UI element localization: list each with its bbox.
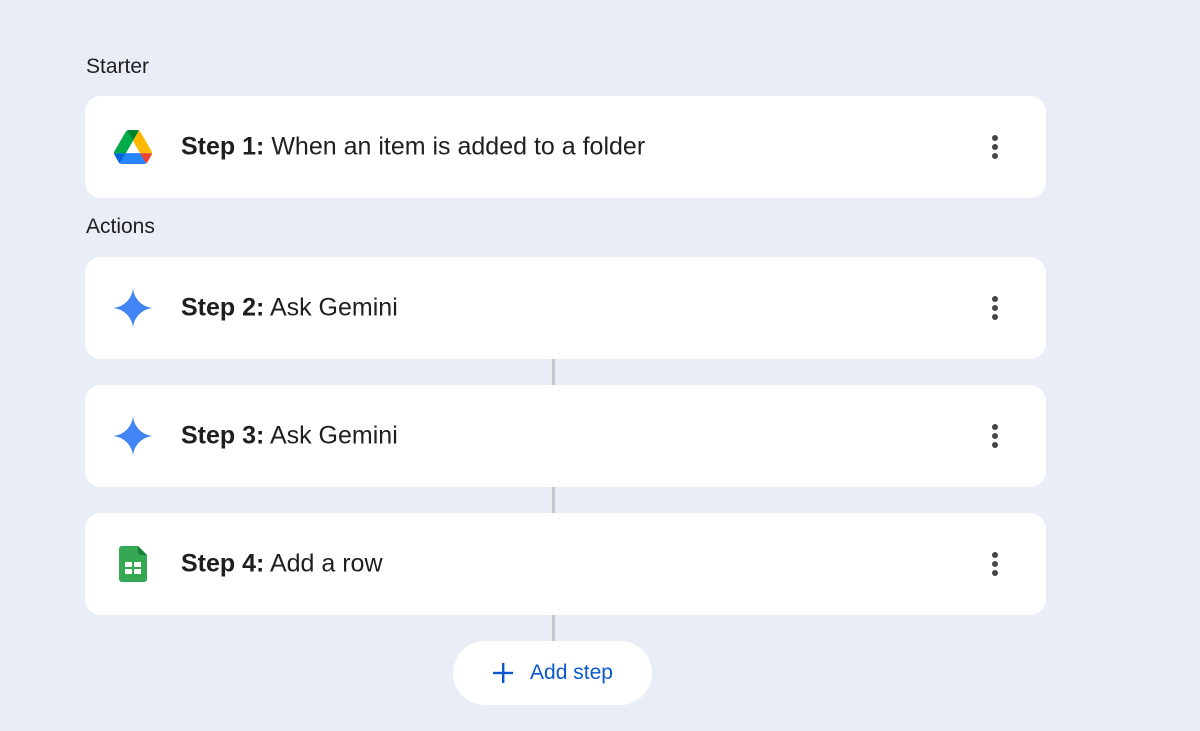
step-description: Add a row — [269, 549, 383, 578]
google-drive-icon — [113, 127, 153, 167]
google-sheets-icon — [113, 544, 153, 584]
step-description: When an item is added to a folder — [271, 132, 646, 161]
step-number: Step 1: — [181, 132, 265, 161]
step-card-1[interactable]: Step 1: When an item is added to a folde… — [85, 96, 1046, 198]
gemini-icon — [113, 288, 153, 328]
step-title: Step 2: Ask Gemini — [181, 294, 398, 323]
gemini-icon — [113, 416, 153, 456]
step-connector — [552, 615, 555, 641]
step-number: Step 3: — [181, 421, 265, 450]
more-vert-icon[interactable] — [980, 288, 1010, 328]
plus-icon — [492, 662, 514, 684]
more-vert-icon[interactable] — [980, 127, 1010, 167]
step-title: Step 1: When an item is added to a folde… — [181, 133, 645, 162]
step-title: Step 4: Add a row — [181, 550, 383, 579]
step-connector — [552, 359, 555, 385]
add-step-label: Add step — [530, 661, 613, 684]
step-number: Step 4: — [181, 549, 265, 578]
step-description: Ask Gemini — [269, 421, 398, 450]
starter-section-label: Starter — [86, 55, 150, 78]
more-vert-icon[interactable] — [980, 416, 1010, 456]
step-connector — [552, 487, 555, 513]
step-number: Step 2: — [181, 293, 265, 322]
step-card-2[interactable]: Step 2: Ask Gemini — [85, 257, 1046, 359]
add-step-button[interactable]: Add step — [453, 641, 652, 705]
step-card-4[interactable]: Step 4: Add a row — [85, 513, 1046, 615]
more-vert-icon[interactable] — [980, 544, 1010, 584]
step-card-3[interactable]: Step 3: Ask Gemini — [85, 385, 1046, 487]
step-description: Ask Gemini — [269, 293, 398, 322]
step-title: Step 3: Ask Gemini — [181, 422, 398, 451]
actions-section-label: Actions — [86, 215, 155, 238]
